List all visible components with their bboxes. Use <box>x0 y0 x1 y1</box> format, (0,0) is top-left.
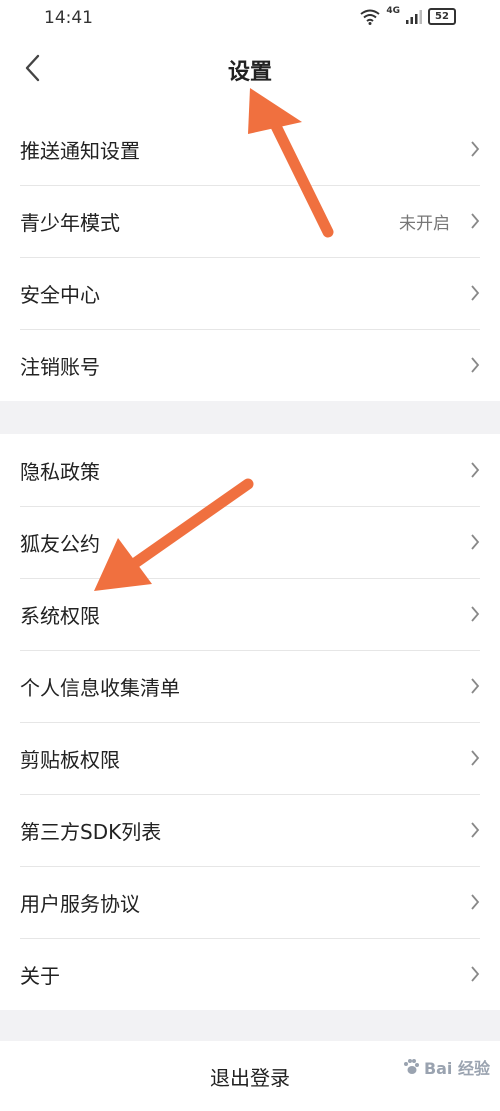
row-delete-account[interactable]: 注销账号 <box>0 329 500 401</box>
row-security-center[interactable]: 安全中心 <box>0 257 500 329</box>
row-value: 未开启 <box>399 213 450 234</box>
network-type: 4G <box>386 5 400 16</box>
wifi-icon <box>360 9 380 25</box>
signal-icon <box>406 9 422 24</box>
row-label: 系统权限 <box>20 603 100 628</box>
nav-bar: 设置 <box>0 38 500 113</box>
battery-icon: 52 <box>428 8 456 25</box>
chevron-right-icon <box>471 357 480 373</box>
row-clipboard-permission[interactable]: 剪贴板权限 <box>0 722 500 794</box>
row-privacy-policy[interactable]: 隐私政策 <box>0 434 500 506</box>
baidu-watermark: Bai 经验 <box>402 1055 490 1079</box>
status-icons: 4G 52 <box>360 5 456 25</box>
row-label: 青少年模式 <box>20 210 120 235</box>
row-user-agreement[interactable]: 用户服务协议 <box>0 866 500 938</box>
chevron-right-icon <box>471 213 480 229</box>
row-label: 隐私政策 <box>20 459 100 484</box>
row-label: 个人信息收集清单 <box>20 675 180 700</box>
row-teen-mode[interactable]: 青少年模式 未开启 <box>0 185 500 257</box>
row-about[interactable]: 关于 <box>0 938 500 1010</box>
settings-group-policy: 隐私政策 狐友公约 系统权限 个人信息收集清单 剪贴板权限 第三方SDK列表 用… <box>0 434 500 1010</box>
chevron-right-icon <box>471 678 480 694</box>
chevron-right-icon <box>471 750 480 766</box>
row-label: 注销账号 <box>20 354 100 379</box>
chevron-right-icon <box>471 285 480 301</box>
row-push-notification[interactable]: 推送通知设置 <box>0 113 500 185</box>
page-title: 设置 <box>227 60 272 85</box>
row-label: 剪贴板权限 <box>20 747 120 772</box>
chevron-right-icon <box>471 606 480 622</box>
paw-icon <box>403 1059 419 1074</box>
status-bar: 14:41 4G 52 <box>0 0 500 38</box>
chevron-right-icon <box>471 534 480 550</box>
chevron-right-icon <box>471 966 480 982</box>
row-label: 狐友公约 <box>20 531 100 556</box>
row-community-convention[interactable]: 狐友公约 <box>0 506 500 578</box>
watermark-text: Bai 经验 <box>423 1059 490 1078</box>
row-label: 安全中心 <box>20 282 100 307</box>
row-label: 推送通知设置 <box>20 138 140 163</box>
row-third-party-sdk[interactable]: 第三方SDK列表 <box>0 794 500 866</box>
row-system-permissions[interactable]: 系统权限 <box>0 578 500 650</box>
row-label: 第三方SDK列表 <box>20 819 162 844</box>
row-personal-info-list[interactable]: 个人信息收集清单 <box>0 650 500 722</box>
row-label: 用户服务协议 <box>20 891 140 916</box>
chevron-right-icon <box>471 141 480 157</box>
row-label: 关于 <box>20 963 60 988</box>
chevron-right-icon <box>471 462 480 478</box>
chevron-right-icon <box>471 894 480 910</box>
status-time: 14:41 <box>44 8 93 28</box>
chevron-right-icon <box>471 822 480 838</box>
settings-group-account: 推送通知设置 青少年模式 未开启 安全中心 注销账号 <box>0 113 500 401</box>
